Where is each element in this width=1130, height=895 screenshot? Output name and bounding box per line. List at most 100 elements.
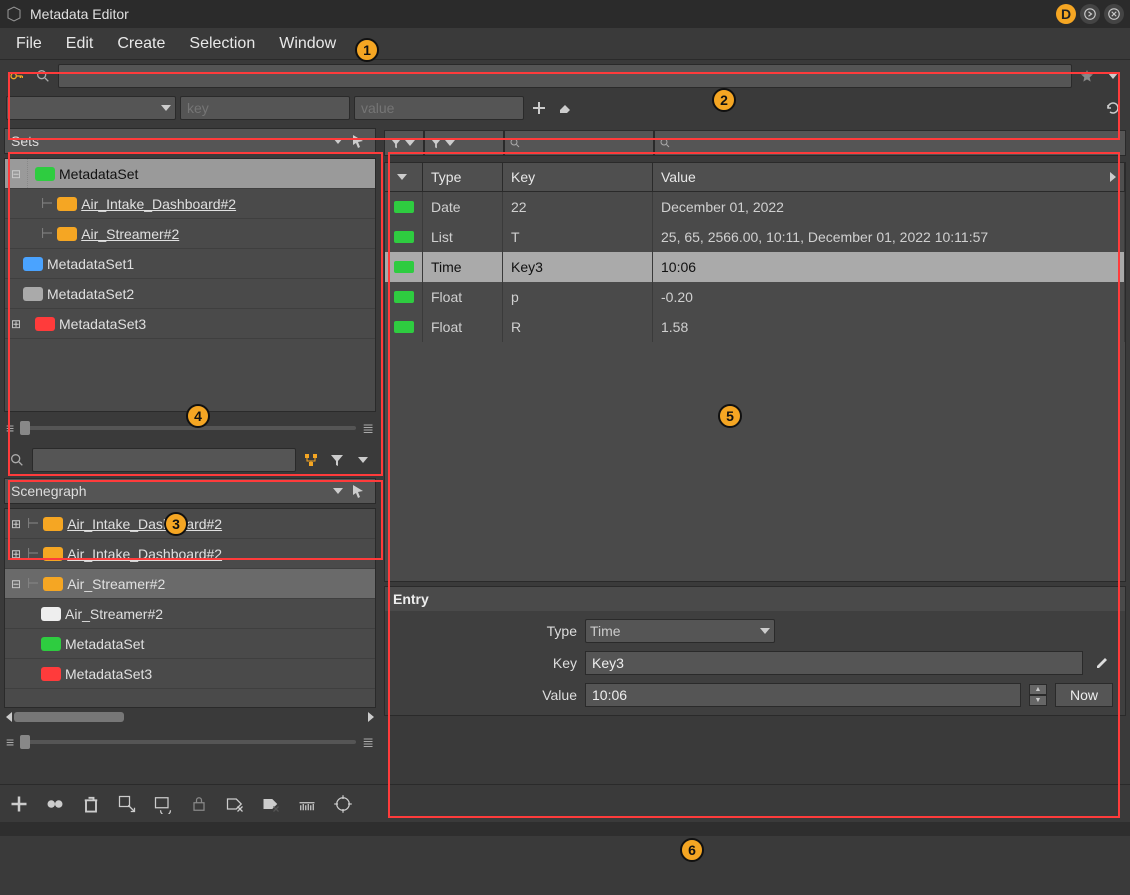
table-row[interactable]: Date 22 December 01, 2022 xyxy=(385,192,1125,222)
edit-icon[interactable] xyxy=(1091,652,1113,674)
cell-type: List xyxy=(423,222,503,252)
table-row[interactable]: List T 25, 65, 2566.00, 10:11, December … xyxy=(385,222,1125,252)
menubar: File Edit Create Selection Window xyxy=(0,28,1130,60)
th-icon[interactable] xyxy=(385,163,423,191)
sets-header-label: Sets xyxy=(11,133,329,149)
duplicate-button[interactable] xyxy=(44,793,66,815)
table-row[interactable]: Float R 1.58 xyxy=(385,312,1125,342)
row-tag-icon xyxy=(394,201,414,213)
detach-button[interactable] xyxy=(1080,4,1100,24)
scenegraph-hscroll[interactable] xyxy=(4,710,376,724)
delete-button[interactable] xyxy=(80,793,102,815)
filter-icon[interactable] xyxy=(326,449,348,471)
menu-edit[interactable]: Edit xyxy=(56,31,104,57)
tree-row[interactable]: ⊢ Air_Intake_Dashboard#2 xyxy=(5,189,375,219)
scenegraph-zoom-slider[interactable]: ≡ ≣ xyxy=(6,730,374,754)
tree-row[interactable]: ⊟ MetadataSet xyxy=(5,159,375,189)
lock-button[interactable] xyxy=(188,793,210,815)
remove-tag-button[interactable] xyxy=(224,793,246,815)
menu-file[interactable]: File xyxy=(6,31,52,57)
table-header: Type Key Value xyxy=(384,162,1126,192)
add-icon[interactable] xyxy=(528,97,550,119)
pin-icon: ⊢ xyxy=(27,515,39,532)
scenegraph-header[interactable]: Scenegraph xyxy=(4,478,376,504)
scroll-right-icon[interactable] xyxy=(1110,172,1116,182)
star-icon[interactable] xyxy=(1076,65,1098,87)
global-search-input[interactable] xyxy=(58,64,1072,88)
key-input[interactable] xyxy=(180,96,350,120)
tree-row[interactable]: ⊞ ⊢ Air_Intake_Dashboard#2 xyxy=(5,509,375,539)
tree-row[interactable]: MetadataSet2 xyxy=(5,279,375,309)
filter-key-cell[interactable] xyxy=(504,130,654,156)
table-filter-row xyxy=(384,128,1126,158)
hierarchy-icon[interactable] xyxy=(300,449,322,471)
expand-toggle[interactable]: ⊟ xyxy=(9,167,23,181)
entry-value-input[interactable] xyxy=(585,683,1021,707)
value-input[interactable] xyxy=(354,96,524,120)
th-value[interactable]: Value xyxy=(653,163,1125,191)
scenegraph-dropdown-icon[interactable] xyxy=(333,488,343,494)
key-icon[interactable] xyxy=(6,65,28,87)
filter-type-cell[interactable] xyxy=(424,130,504,156)
menu-window[interactable]: Window xyxy=(269,31,346,57)
table-row[interactable]: Float p -0.20 xyxy=(385,282,1125,312)
scenegraph-tree[interactable]: ⊞ ⊢ Air_Intake_Dashboard#2 ⊞ ⊢ Air_Intak… xyxy=(4,508,376,708)
refresh-icon[interactable] xyxy=(1102,97,1124,119)
node-icon xyxy=(57,227,77,241)
sets-tree[interactable]: ⊟ MetadataSet ⊢ Air_Intake_Dashboard#2 ⊢… xyxy=(4,158,376,412)
menu-create[interactable]: Create xyxy=(107,31,175,57)
expand-toggle[interactable]: ⊟ xyxy=(9,577,23,591)
brush-button[interactable] xyxy=(296,793,318,815)
th-key[interactable]: Key xyxy=(503,163,653,191)
search-bar xyxy=(0,60,1130,92)
table-row[interactable]: Time Key3 10:06 xyxy=(385,252,1125,282)
entry-type-label: Type xyxy=(397,623,577,639)
filter-value-cell[interactable] xyxy=(654,130,1126,156)
pointer-icon[interactable] xyxy=(347,480,369,502)
remove-tag2-button[interactable] xyxy=(260,793,282,815)
window-title: Metadata Editor xyxy=(30,6,129,22)
tree-row[interactable]: MetadataSet3 xyxy=(5,659,375,689)
target-button[interactable] xyxy=(332,793,354,815)
assign-scene-button[interactable] xyxy=(152,793,174,815)
now-button[interactable]: Now xyxy=(1055,683,1113,707)
callout-1: 1 xyxy=(355,38,379,62)
callout-2: 2 xyxy=(712,88,736,112)
table-body[interactable]: Date 22 December 01, 2022 List T 25, 65,… xyxy=(384,192,1126,582)
add-button[interactable] xyxy=(8,793,30,815)
d-badge[interactable]: D xyxy=(1056,4,1076,24)
tree-row[interactable]: MetadataSet1 xyxy=(5,249,375,279)
expand-toggle[interactable]: ⊞ xyxy=(9,317,23,331)
tree-row[interactable]: MetadataSet xyxy=(5,629,375,659)
node-label: Air_Streamer#2 xyxy=(67,576,165,592)
filter-dropdown[interactable] xyxy=(352,449,374,471)
sets-header[interactable]: Sets xyxy=(4,128,376,154)
statusbar xyxy=(0,822,1130,836)
tree-row[interactable]: ⊢ Air_Streamer#2 xyxy=(5,219,375,249)
tree-row[interactable]: ⊞ ⊢ Air_Intake_Dashboard#2 xyxy=(5,539,375,569)
tree-row[interactable]: ⊞ MetadataSet3 xyxy=(5,309,375,339)
expand-toggle[interactable]: ⊞ xyxy=(9,547,23,561)
kv-type-combo[interactable] xyxy=(6,96,176,120)
scenegraph-search-input[interactable] xyxy=(32,448,296,472)
value-spinner[interactable]: ▲▼ xyxy=(1029,684,1047,706)
pointer-icon[interactable] xyxy=(347,130,369,152)
entry-key-input[interactable] xyxy=(585,651,1083,675)
erase-icon[interactable] xyxy=(554,97,576,119)
tree-row[interactable]: Air_Streamer#2 xyxy=(5,599,375,629)
assign-select-button[interactable] xyxy=(116,793,138,815)
cell-key: Key3 xyxy=(503,252,653,282)
sets-header-dropdown-icon[interactable] xyxy=(333,138,343,144)
close-button[interactable] xyxy=(1104,4,1124,24)
tag-icon xyxy=(23,257,43,271)
th-type[interactable]: Type xyxy=(423,163,503,191)
pin-icon: ⊢ xyxy=(41,225,53,242)
tree-row[interactable]: ⊟ ⊢ Air_Streamer#2 xyxy=(5,569,375,599)
bottom-toolbar xyxy=(0,784,1130,822)
list-small-icon: ≡ xyxy=(6,420,14,436)
search-dropdown[interactable] xyxy=(1102,65,1124,87)
filter-icon-cell[interactable] xyxy=(384,130,424,156)
entry-type-combo[interactable]: Time xyxy=(585,619,775,643)
expand-toggle[interactable]: ⊞ xyxy=(9,517,23,531)
menu-selection[interactable]: Selection xyxy=(179,31,265,57)
